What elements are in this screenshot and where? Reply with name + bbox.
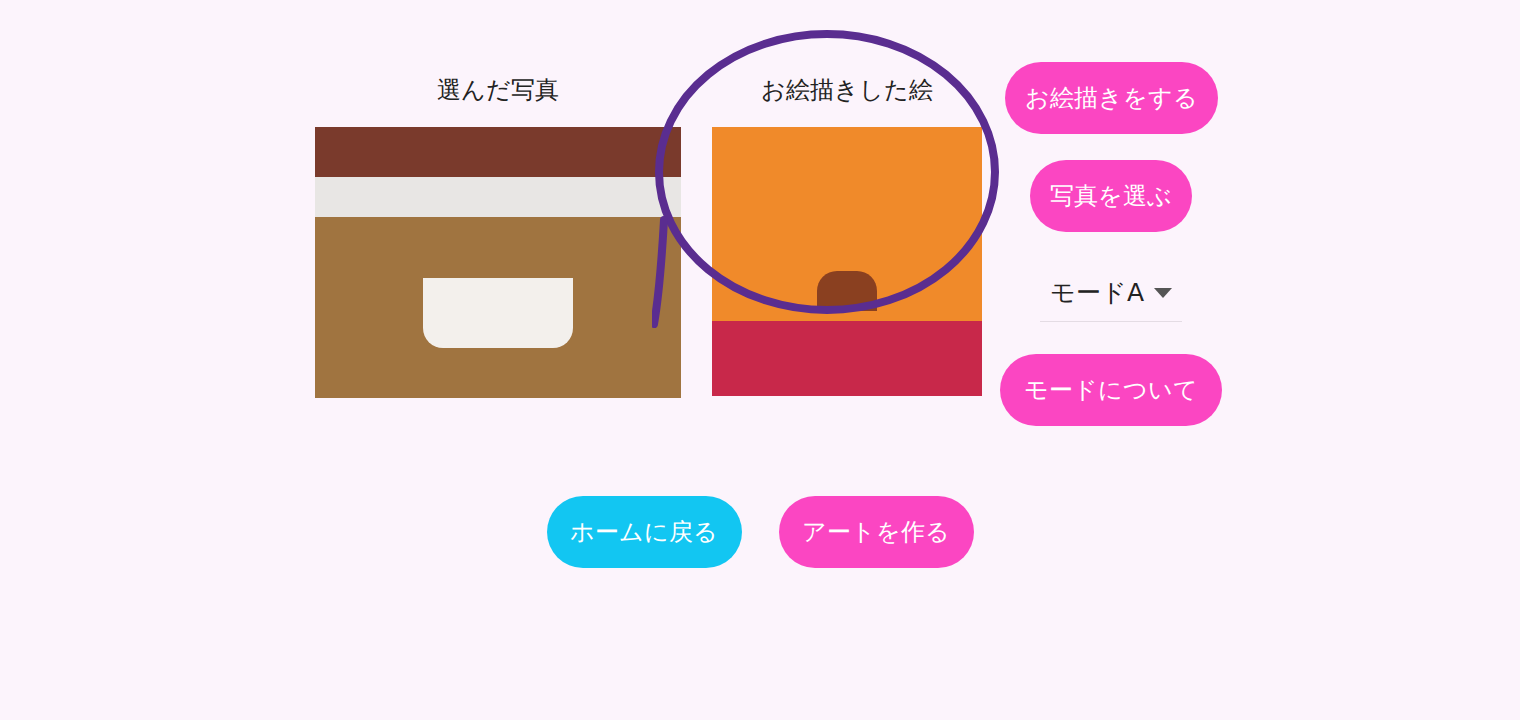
- drawn-picture: [712, 127, 982, 396]
- side-controls: お絵描きをする写真を選ぶ モードA モードについて: [1000, 0, 1222, 426]
- photo-panel: 選んだ写真: [315, 0, 681, 398]
- photo-label: 選んだ写真: [437, 74, 559, 106]
- dropdown-arrow-icon[interactable]: [1154, 288, 1172, 298]
- mode-select[interactable]: モードA: [1040, 265, 1182, 322]
- selected-photo: [315, 127, 681, 398]
- mode-info-button[interactable]: モードについて: [1000, 354, 1222, 426]
- drawing-panel: お絵描きした絵: [712, 0, 982, 396]
- make-art-button[interactable]: アートを作る: [779, 496, 974, 568]
- choose-photo-button[interactable]: 写真を選ぶ: [1030, 160, 1192, 232]
- draw-button[interactable]: お絵描きをする: [1005, 62, 1218, 134]
- annotation-circle-icon: [652, 30, 1002, 370]
- mode-value[interactable]: モードA: [1050, 274, 1144, 312]
- drawing-label: お絵描きした絵: [761, 74, 933, 106]
- home-button[interactable]: ホームに戻る: [547, 496, 742, 568]
